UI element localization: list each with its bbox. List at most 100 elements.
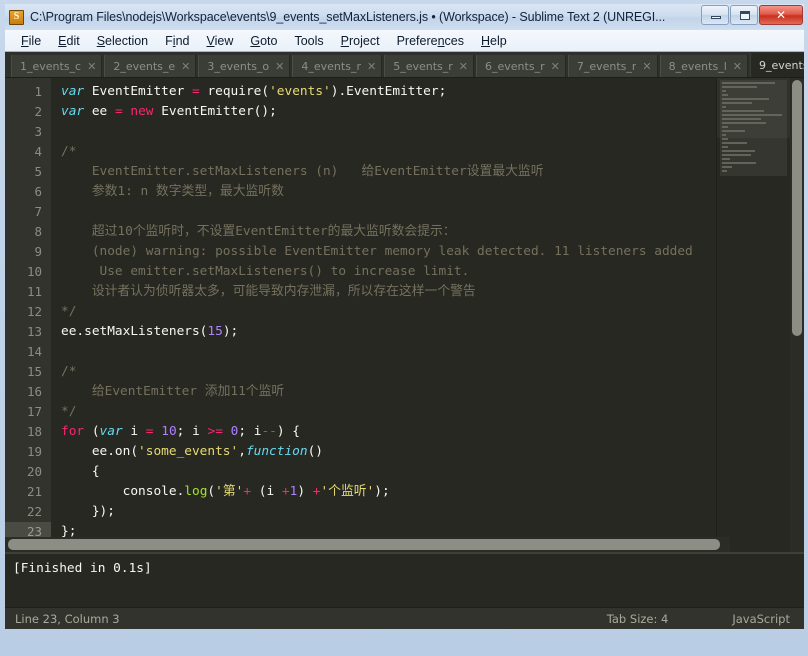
token: '个监听' [320,484,375,499]
menu-view-acc: V [206,33,215,48]
token: ; i [238,424,262,439]
line-number-9: 9 [34,244,42,259]
tab-6_events_r[interactable]: 6_events_r ✕ [476,55,566,77]
menu-goto-acc: G [250,33,261,48]
tab-8_events_l[interactable]: 8_events_l ✕ [659,55,748,77]
menu-selection[interactable]: Selection [89,32,157,50]
horizontal-scrollbar-thumb[interactable] [8,539,720,550]
minimap[interactable] [716,78,790,552]
token: = [192,84,200,99]
token: var [61,84,85,99]
token: = [114,104,123,119]
tab-close-icon[interactable]: ✕ [87,60,96,73]
horizontal-scrollbar[interactable] [5,537,730,552]
token: EventEmitter [84,84,192,99]
menu-find-label: nd [175,33,190,48]
line-number-7: 7 [34,204,42,219]
token: () [307,444,323,459]
token: ee.on( [61,444,139,459]
tab-close-icon[interactable]: ✕ [367,60,376,73]
code-line-18: for (var i = 10; i >= 0; i--) { [61,422,804,442]
token: 10 [161,424,177,439]
tab-label: 6_events_r [485,59,545,73]
menu-help-label: elp [490,33,507,48]
sublime-text-window: C:\Program Files\nodejs\Workspace\events… [0,0,808,656]
token: ( [261,84,270,99]
token: 15 [207,324,223,339]
maximize-icon [740,11,750,20]
vertical-scrollbar-thumb[interactable] [792,80,802,336]
code-line-12: */ [61,302,804,322]
line-number-gutter: 1 2 3 4 5 6 7 8 9 10 11 12 13 14 15 16 17 18 19 20 21 22 23 [5,78,51,552]
menu-find[interactable]: Find [157,32,198,50]
token: var [61,104,85,119]
menu-view[interactable]: View [198,32,242,50]
menu-project-acc: P [340,33,350,48]
token: (node) warning: possible EventEmitter me… [61,244,693,259]
token: /* [61,364,77,379]
tab-close-icon[interactable]: ✕ [733,60,742,73]
token: console. [61,484,185,499]
token: EventEmitter.setMaxListeners (n) 给EventE… [61,164,544,179]
line-number-6: 6 [34,184,42,199]
tab-9_events_s[interactable]: 9_events_s● [749,53,804,77]
tab-3_events_o[interactable]: 3_events_o ✕ [198,55,291,77]
minimize-button[interactable] [701,5,729,25]
tab-close-icon[interactable]: ✕ [275,60,284,73]
token: log [184,484,208,499]
menu-help[interactable]: Help [473,32,516,50]
line-number-15: 15 [26,364,42,379]
code-line-13: ee.setMaxListeners(15); [61,322,804,342]
tab-5_events_r[interactable]: 5_events_r ✕ [384,55,475,77]
code-content[interactable]: var EventEmitter = require('events').Eve… [51,78,804,552]
tab-size-indicator[interactable]: Tab Size: 4 [607,612,669,626]
token: , [238,444,246,459]
tab-7_events_r[interactable]: 7_events_r ✕ [567,55,658,77]
build-output-text: [Finished in 0.1s] [13,561,152,576]
maximize-button[interactable] [730,5,758,25]
tab-close-icon[interactable]: ✕ [459,60,468,73]
close-button[interactable]: ✕ [759,5,803,25]
line-number-14: 14 [26,344,42,359]
menu-project[interactable]: Project [333,32,389,50]
menu-edit[interactable]: Edit [50,32,89,50]
code-line-11: 设计者认为侦听器太多，可能导致内存泄漏，所以存在这样一个警告 [61,282,804,302]
menu-selection-label: election [105,33,149,48]
tab-1_events_c[interactable]: 1_events_c ✕ [11,55,103,77]
menu-tools-label: Tools [294,33,324,48]
code-line-15: /* [61,362,804,382]
menu-project-label: roject [349,33,380,48]
line-number-22: 22 [26,504,42,519]
line-number-5: 5 [34,164,42,179]
tab-close-icon[interactable]: ✕ [181,60,190,73]
code-line-16: 给EventEmitter 添加11个监听 [61,382,804,402]
code-line-19: ee.on('some_events',function() [61,442,804,462]
minimize-icon [711,16,721,19]
window-controls: ✕ [701,5,803,25]
token: /* [61,144,77,159]
tab-4_events_r[interactable]: 4_events_r ✕ [292,55,383,77]
sublime-text-icon [9,9,24,25]
tab-close-icon[interactable]: ✕ [642,60,651,73]
token: -- [261,424,277,439]
build-output-panel[interactable]: [Finished in 0.1s] [5,552,804,607]
menu-file[interactable]: File [13,32,50,50]
tab-label: 1_events_c [20,59,82,73]
tab-label: 2_events_e [113,59,176,73]
menu-goto-label: oto [260,33,278,48]
line-number-11: 11 [26,284,42,299]
menu-preferences[interactable]: Preferences [389,32,473,50]
code-line-9: (node) warning: possible EventEmitter me… [61,242,804,262]
syntax-indicator[interactable]: JavaScript [732,612,790,626]
menu-find-pre: F [165,33,173,48]
vertical-scrollbar[interactable] [790,78,804,552]
tab-2_events_e[interactable]: 2_events_e ✕ [104,55,197,77]
menu-tools[interactable]: Tools [286,32,332,50]
tab-close-icon[interactable]: ✕ [551,60,560,73]
menu-help-acc: H [481,33,491,48]
token: ).EventEmitter; [330,84,447,99]
menu-goto[interactable]: Goto [242,32,286,50]
menu-file-label: ile [28,33,42,48]
token: ); [374,484,390,499]
